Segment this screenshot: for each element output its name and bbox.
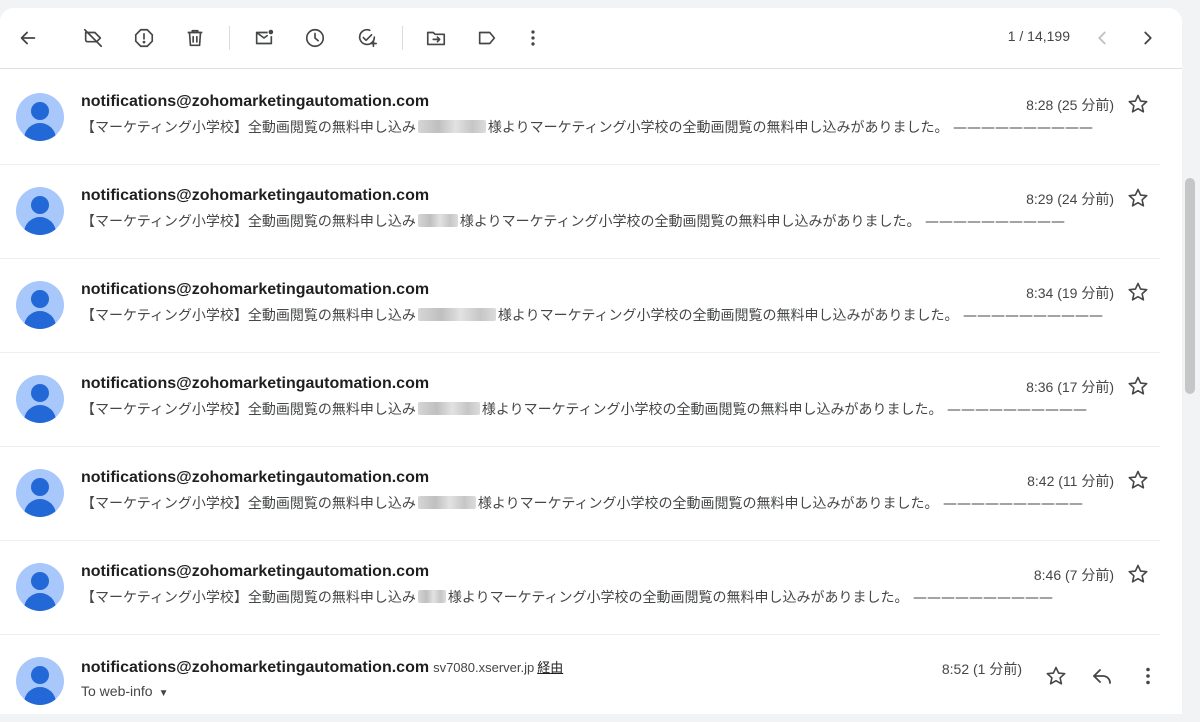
add-task-icon[interactable] xyxy=(353,24,381,52)
via-link[interactable]: 経由 xyxy=(537,660,563,675)
avatar xyxy=(16,93,64,141)
message-time: 8:29 (24 分前) xyxy=(1026,191,1114,207)
report-spam-icon[interactable] xyxy=(130,24,158,52)
reply-icon[interactable] xyxy=(1090,664,1114,688)
redacted-name xyxy=(417,402,480,415)
redacted-name xyxy=(417,308,496,321)
avatar xyxy=(16,187,64,235)
snooze-icon[interactable] xyxy=(301,24,329,52)
avatar xyxy=(16,281,64,329)
caret-down-icon[interactable]: ▼ xyxy=(159,688,169,699)
collapsed-message[interactable]: notifications@zohomarketingautomation.co… xyxy=(0,446,1160,541)
message-time: 8:36 (17 分前) xyxy=(1026,379,1114,395)
scrollbar-thumb[interactable] xyxy=(1185,178,1195,394)
via-server: sv7080.xserver.jp xyxy=(433,660,535,675)
back-arrow-icon[interactable] xyxy=(14,24,42,52)
collapsed-message[interactable]: notifications@zohomarketingautomation.co… xyxy=(0,540,1160,635)
avatar xyxy=(16,563,64,611)
star-icon[interactable] xyxy=(1044,664,1068,688)
mail-panel: 1 / 14,199 notifications@zohomarketingau… xyxy=(0,8,1182,714)
collapsed-message[interactable]: notifications@zohomarketingautomation.co… xyxy=(0,164,1160,259)
chevron-right-icon[interactable] xyxy=(1134,24,1162,52)
message-time: 8:42 (11 分前) xyxy=(1027,473,1114,489)
label-icon[interactable] xyxy=(473,24,501,52)
chevron-left-icon[interactable] xyxy=(1088,24,1116,52)
star-icon[interactable] xyxy=(1126,186,1150,210)
mark-unread-icon[interactable] xyxy=(250,24,278,52)
message-time: 8:52 (1 分前) xyxy=(941,661,1022,677)
more-vert-icon[interactable] xyxy=(519,24,547,52)
move-to-icon[interactable] xyxy=(422,24,450,52)
redacted-name xyxy=(417,590,446,603)
star-icon[interactable] xyxy=(1126,374,1150,398)
message-snippet: 【マーケティング小学校】全動画閲覧の無料申し込み 様よりマーケティング小学校の全動… xyxy=(81,120,1093,136)
redacted-name xyxy=(417,120,486,133)
redacted-name xyxy=(417,496,476,509)
collapsed-message[interactable]: notifications@zohomarketingautomation.co… xyxy=(0,258,1160,353)
redacted-name xyxy=(417,214,458,227)
delete-icon[interactable] xyxy=(181,24,209,52)
star-icon[interactable] xyxy=(1126,280,1150,304)
avatar xyxy=(16,375,64,423)
open-message-header: notifications@zohomarketingautomation.co… xyxy=(0,634,1160,714)
sender-email: notifications@zohomarketingautomation.co… xyxy=(81,187,430,204)
recipient-details[interactable]: To web-info ▼ xyxy=(81,683,169,699)
collapsed-message[interactable]: notifications@zohomarketingautomation.co… xyxy=(0,70,1160,165)
avatar xyxy=(16,469,64,517)
message-time: 8:28 (25 分前) xyxy=(1026,97,1114,113)
message-snippet: 【マーケティング小学校】全動画閲覧の無料申し込み 様よりマーケティング小学校の全動… xyxy=(81,214,1065,230)
toolbar: 1 / 14,199 xyxy=(0,8,1182,69)
message-snippet: 【マーケティング小学校】全動画閲覧の無料申し込み 様よりマーケティング小学校の全動… xyxy=(81,308,1103,324)
sender-email: notifications@zohomarketingautomation.co… xyxy=(81,281,430,298)
avatar xyxy=(16,657,64,705)
unsnooze-icon[interactable] xyxy=(79,24,107,52)
message-time: 8:46 (7 分前) xyxy=(1033,567,1114,583)
star-icon[interactable] xyxy=(1126,92,1150,116)
sender-email: notifications@zohomarketingautomation.co… xyxy=(81,659,564,676)
message-counter: 1 / 14,199 xyxy=(1007,28,1070,44)
star-icon[interactable] xyxy=(1126,468,1150,492)
sender-email: notifications@zohomarketingautomation.co… xyxy=(81,93,430,110)
sender-email: notifications@zohomarketingautomation.co… xyxy=(81,375,430,392)
message-snippet: 【マーケティング小学校】全動画閲覧の無料申し込み 様よりマーケティング小学校の全動… xyxy=(81,402,1087,418)
message-snippet: 【マーケティング小学校】全動画閲覧の無料申し込み 様よりマーケティング小学校の全動… xyxy=(81,590,1053,606)
collapsed-message[interactable]: notifications@zohomarketingautomation.co… xyxy=(0,352,1160,447)
star-icon[interactable] xyxy=(1126,562,1150,586)
message-time: 8:34 (19 分前) xyxy=(1026,285,1114,301)
more-vert-icon[interactable] xyxy=(1136,664,1160,688)
message-snippet: 【マーケティング小学校】全動画閲覧の無料申し込み 様よりマーケティング小学校の全動… xyxy=(81,496,1083,512)
sender-email: notifications@zohomarketingautomation.co… xyxy=(81,563,430,580)
sender-email: notifications@zohomarketingautomation.co… xyxy=(81,469,430,486)
